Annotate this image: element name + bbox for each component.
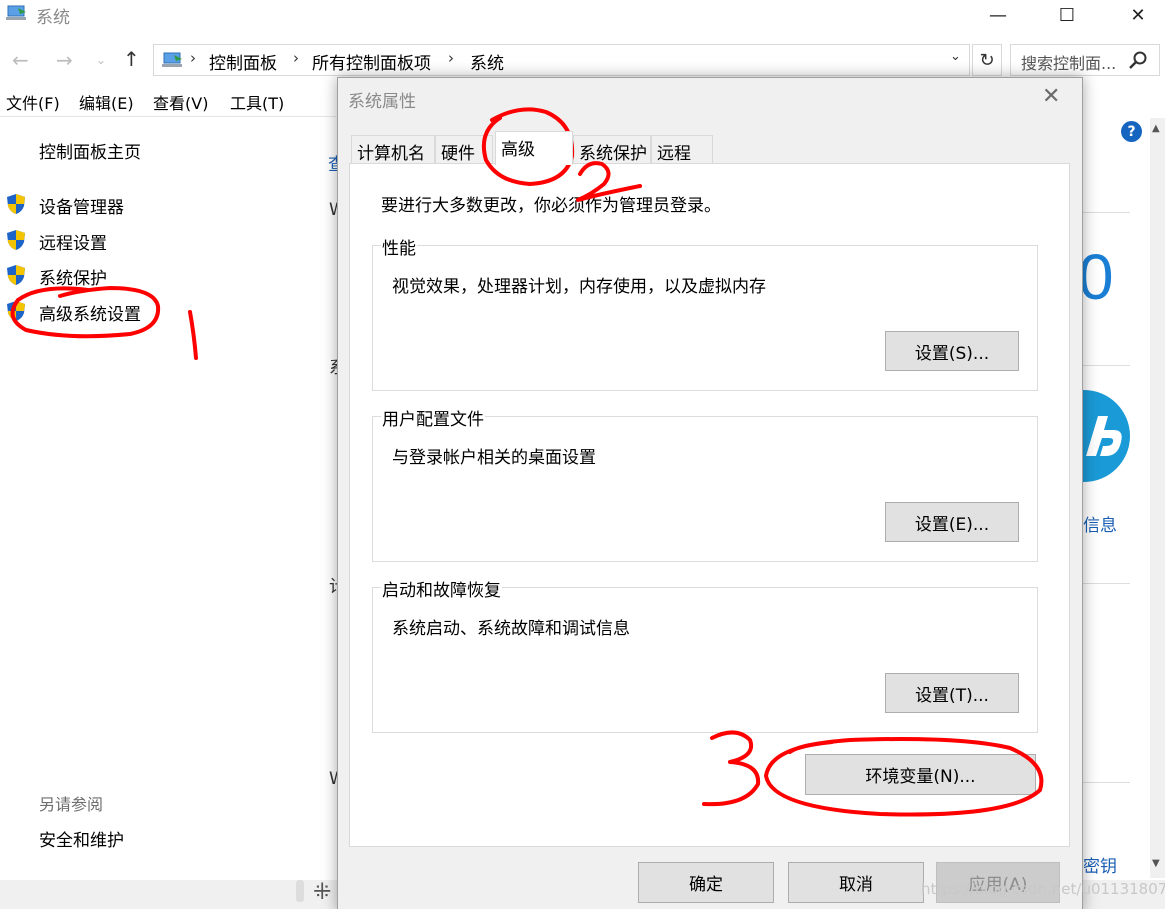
- user-profiles-group: 用户配置文件 与登录帐户相关的桌面设置 设置(E)...: [372, 405, 1038, 562]
- scroll-up-arrow-icon[interactable]: ▲: [1152, 123, 1160, 134]
- performance-group: 性能 视觉效果，处理器计划，内存使用，以及虚拟内存 设置(S)...: [372, 234, 1038, 391]
- tab-hardware[interactable]: 硬件: [435, 135, 493, 164]
- breadcrumb-system[interactable]: 系统: [470, 49, 504, 74]
- vertical-scrollbar[interactable]: [1150, 118, 1165, 878]
- minimize-button[interactable]: —: [975, 0, 1021, 30]
- menu-view[interactable]: 查看(V): [153, 90, 208, 114]
- menu-file[interactable]: 文件(F): [6, 90, 60, 114]
- see-also-heading: 另请参阅: [39, 795, 104, 814]
- window-title: 系统: [36, 8, 70, 28]
- menu-tools[interactable]: 工具(T): [230, 90, 284, 114]
- ok-button[interactable]: 确定: [638, 862, 774, 903]
- tab-computer-name[interactable]: 计算机名: [351, 135, 435, 164]
- address-dropdown-chevron-icon[interactable]: ⌄: [950, 49, 961, 64]
- move-icon: ⁜: [313, 880, 332, 905]
- product-key-link[interactable]: 密钥: [1083, 852, 1117, 877]
- startup-recovery-group: 启动和故障恢复 系统启动、系统故障和调试信息 设置(T)...: [372, 576, 1038, 733]
- shield-icon: [7, 230, 25, 250]
- watermark-text: https://blog.csdn.net/u011318077: [921, 880, 1165, 898]
- help-icon[interactable]: ?: [1121, 121, 1142, 142]
- dialog-title: 系统属性: [348, 92, 416, 112]
- close-button[interactable]: ✕: [1115, 0, 1161, 30]
- menu-edit[interactable]: 编辑(E): [79, 90, 134, 114]
- divider: [1082, 583, 1130, 584]
- admin-note: 要进行大多数更改，你必须作为管理员登录。: [381, 196, 721, 216]
- hp-logo-icon: [1078, 390, 1130, 482]
- breadcrumb-separator: ›: [448, 49, 454, 67]
- shield-icon: [7, 194, 25, 214]
- breadcrumb-control-panel[interactable]: 控制面板: [209, 49, 277, 74]
- tab-advanced[interactable]: 高级: [495, 131, 573, 165]
- cancel-button[interactable]: 取消: [788, 862, 924, 903]
- shield-icon: [7, 265, 25, 285]
- windows-version-digit: 0: [1078, 241, 1114, 313]
- shield-icon: [7, 301, 25, 321]
- sidebar-item-system-protection[interactable]: 系统保护: [39, 264, 107, 289]
- taskbar-stub: [296, 880, 304, 902]
- menu-divider: [0, 116, 336, 117]
- menu-bar: 文件(F) 编辑(E) 查看(V) 工具(T): [0, 88, 340, 114]
- system-properties-dialog: 系统属性 ✕ 计算机名 硬件 高级 系统保护 远程 要进行大多数更改，你必须作为…: [337, 77, 1083, 909]
- breadcrumb-all-items[interactable]: 所有控制面板项: [312, 49, 431, 74]
- support-info-link[interactable]: 信息: [1083, 511, 1117, 536]
- startup-recovery-settings-button[interactable]: 设置(T)...: [885, 673, 1019, 713]
- environment-variables-button[interactable]: 环境变量(N)...: [805, 754, 1036, 795]
- user-profiles-title: 用户配置文件: [381, 405, 485, 430]
- back-arrow-icon[interactable]: ←: [12, 48, 29, 72]
- performance-settings-button[interactable]: 设置(S)...: [885, 331, 1019, 371]
- sidebar-item-remote-settings[interactable]: 远程设置: [39, 229, 107, 254]
- user-profiles-settings-button[interactable]: 设置(E)...: [885, 502, 1019, 542]
- scroll-down-arrow-icon[interactable]: ▼: [1152, 858, 1160, 869]
- forward-arrow-icon[interactable]: →: [56, 48, 73, 72]
- startup-recovery-title: 启动和故障恢复: [381, 576, 502, 601]
- dialog-close-icon[interactable]: ✕: [1042, 84, 1060, 109]
- tab-remote[interactable]: 远程: [651, 135, 713, 164]
- maximize-button[interactable]: ☐: [1044, 0, 1090, 30]
- search-icon[interactable]: [1128, 50, 1148, 70]
- divider: [1082, 782, 1130, 783]
- screen: 系统 — ☐ ✕ ← → ⌄ ↑ › 控制面板 › 所有控制面板项 › 系统 ⌄…: [0, 0, 1165, 909]
- up-arrow-icon[interactable]: ↑: [123, 47, 140, 71]
- performance-title: 性能: [381, 234, 417, 259]
- user-profiles-description: 与登录帐户相关的桌面设置: [392, 448, 596, 468]
- system-computer-icon: [6, 5, 26, 20]
- refresh-button[interactable]: ↻: [972, 44, 1002, 76]
- performance-description: 视觉效果，处理器计划，内存使用，以及虚拟内存: [392, 277, 766, 297]
- divider: [1082, 365, 1130, 366]
- recent-locations-chevron-icon[interactable]: ⌄: [96, 53, 106, 67]
- search-placeholder: 搜索控制面...: [1021, 54, 1117, 73]
- annotation-number-1: [188, 310, 198, 360]
- title-bar: 系统 — ☐ ✕: [0, 0, 1165, 32]
- sidebar-item-advanced-system-settings[interactable]: 高级系统设置: [39, 300, 141, 325]
- tab-system-protection[interactable]: 系统保护: [573, 135, 651, 164]
- sidebar-home-link[interactable]: 控制面板主页: [39, 138, 141, 163]
- breadcrumb-separator: ›: [190, 49, 196, 67]
- startup-recovery-description: 系统启动、系统故障和调试信息: [392, 619, 630, 639]
- divider: [1082, 212, 1130, 213]
- advanced-tab-panel: 要进行大多数更改，你必须作为管理员登录。 性能 视觉效果，处理器计划，内存使用，…: [349, 163, 1070, 847]
- security-maintenance-link[interactable]: 安全和维护: [39, 826, 124, 851]
- breadcrumb-separator: ›: [293, 49, 299, 67]
- control-panel-icon: [162, 52, 182, 67]
- sidebar-item-device-manager[interactable]: 设备管理器: [39, 193, 124, 218]
- address-bar[interactable]: › 控制面板 › 所有控制面板项 › 系统: [153, 44, 970, 76]
